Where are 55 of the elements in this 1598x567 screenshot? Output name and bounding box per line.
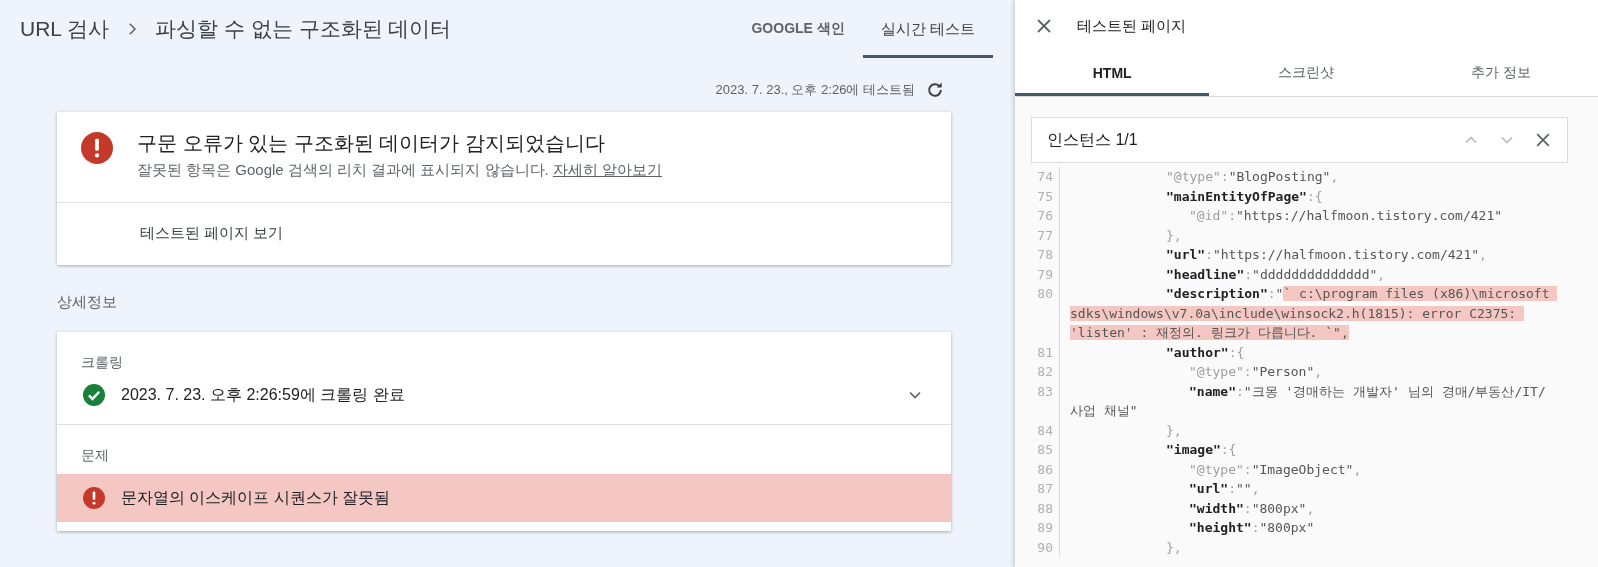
instance-count: 인스턴스 1/1: [1047, 129, 1139, 150]
learn-more-link[interactable]: 자세히 알아보기: [552, 161, 663, 178]
code-line: "headline":"dddddddddddddd",: [1165, 265, 1387, 284]
tab[interactable]: 실시간 테스트: [862, 0, 993, 58]
code-line: "@type":"ImageObject",: [1188, 460, 1363, 479]
line-number: 85: [1015, 440, 1060, 460]
code-line: "height":"800px": [1188, 519, 1316, 537]
close-icon[interactable]: [1035, 17, 1053, 35]
section-heading: 상세정보: [57, 293, 118, 312]
line-number: 90: [1015, 537, 1060, 557]
tab[interactable]: 추가 정보: [1403, 52, 1598, 96]
code-line: "author":{: [1165, 343, 1246, 362]
line-number: 75: [1015, 186, 1060, 206]
test-timestamp: 2023. 7. 23., 오후 2:26에 테스트됨: [715, 81, 915, 99]
summary-title: 구문 오류가 있는 구조화된 데이터가 감지되었습니다: [137, 131, 606, 156]
view-tested-page-link[interactable]: 테스트된 페이지 보기: [57, 203, 951, 265]
code-line: "width":"800px",: [1188, 499, 1316, 518]
page-title: 파싱할 수 없는 구조화된 데이터: [155, 16, 452, 42]
code-line: "image":{: [1165, 441, 1238, 459]
breadcrumb-root[interactable]: URL 검사: [20, 15, 110, 43]
issue-text: 문자열의 이스케이프 시퀀스가 잘못됨: [121, 487, 392, 508]
tab[interactable]: GOOGLE 색인: [733, 0, 863, 58]
section-label: 문제: [80, 446, 110, 465]
refresh-icon[interactable]: [925, 80, 945, 100]
code-line: },: [1165, 226, 1183, 245]
line-number: 87: [1015, 479, 1060, 499]
line-number: 74: [1015, 167, 1060, 187]
section-label: 크롤링: [80, 353, 124, 372]
code-line: "@id":"https://halfmoon.tistory.com/421": [1188, 207, 1504, 225]
code-line: },: [1165, 421, 1183, 440]
line-number: 79: [1015, 264, 1060, 284]
line-number: 81: [1015, 342, 1060, 362]
line-number: 86: [1015, 459, 1060, 479]
crawl-status-text: 2023. 7. 23. 오후 2:26:59에 크롤링 완료: [121, 384, 406, 405]
code-line: "name":"크몽 '경매하는 개발자' 님의 경매/부동산/IT/사업 채널": [1070, 382, 1547, 420]
code-line: "@type":"BlogPosting",: [1165, 168, 1340, 186]
line-number: 80: [1015, 284, 1060, 343]
summary-text: 잘못된 항목은 Google 검색의 리치 결과에 표시되지 않습니다.: [137, 161, 549, 178]
line-number: 89: [1015, 518, 1060, 538]
panel-title: 테스트된 페이지: [1077, 16, 1187, 36]
code-line: "@type":"Person",: [1188, 363, 1324, 381]
tab[interactable]: HTML: [1015, 52, 1210, 96]
line-number: 84: [1015, 420, 1060, 440]
code-line: },: [1165, 538, 1183, 557]
line-number: 83: [1015, 381, 1060, 421]
code-line: "url":"https://halfmoon.tistory.com/421",: [1165, 246, 1488, 264]
code-line: "url":"",: [1188, 480, 1261, 498]
line-number: 76: [1015, 206, 1060, 226]
line-number: 77: [1015, 225, 1060, 245]
line-number: 78: [1015, 245, 1060, 265]
code-line: "mainEntityOfPage":{: [1165, 187, 1324, 206]
line-number: 82: [1015, 362, 1060, 382]
tab[interactable]: 스크린샷: [1209, 52, 1404, 96]
issue-row[interactable]: 문자열의 이스케이프 시퀀스가 잘못됨: [57, 474, 951, 522]
line-number: 88: [1015, 498, 1060, 518]
